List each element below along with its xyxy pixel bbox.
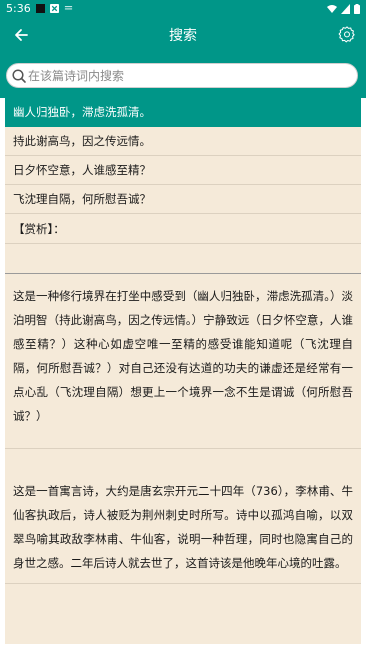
poem-line-item[interactable]: 日夕怀空意，人谁感至精？	[5, 156, 361, 185]
search-box[interactable]	[6, 63, 358, 88]
search-icon	[12, 68, 26, 83]
page-title: 搜索	[169, 27, 197, 44]
status-time: 5:36	[6, 2, 31, 15]
section-label-text: 【赏析】：	[13, 221, 65, 236]
poem-line-item[interactable]: 幽人归独卧，滞虑洗孤清。	[5, 98, 361, 127]
search-input[interactable]	[28, 68, 348, 83]
poem-line-text: 飞沈理自隔，何所慰吾诚？	[13, 192, 151, 206]
poem-line-text: 日夕怀空意，人谁感至精？	[13, 163, 151, 177]
appreciation-paragraph: 这是一种修行境界在打坐中感受到（幽人归独卧，滞虑洗孤清。）淡泊明智（持此谢高鸟，…	[5, 278, 361, 449]
bottom-spacer	[0, 644, 366, 652]
notification-black-square-icon	[35, 4, 45, 13]
poem-line-text: 幽人归独卧，滞虑洗孤清。	[13, 105, 151, 119]
section-label-appreciation: 【赏析】：	[5, 214, 361, 244]
appreciation-paragraph: 这是一首寓言诗，大约是唐玄宗开元二十四年（736），李林甫、牛仙客执政后，诗人被…	[5, 449, 361, 584]
gear-icon[interactable]	[338, 25, 356, 43]
notification-x-icon	[49, 4, 59, 13]
app-bar: 搜索	[0, 17, 366, 52]
back-arrow-icon[interactable]	[12, 26, 30, 44]
poem-content: 幽人归独卧，滞虑洗孤清。 持此谢高鸟，因之传远情。 日夕怀空意，人谁感至精？ 飞…	[5, 98, 361, 644]
poem-line-item[interactable]: 飞沈理自隔，何所慰吾诚？	[5, 185, 361, 214]
search-area	[0, 52, 366, 98]
status-bar: 5:36	[0, 0, 366, 17]
notification-lines-icon	[64, 6, 72, 10]
battery-icon	[354, 3, 360, 14]
wifi-icon	[327, 4, 337, 13]
signal-icon	[341, 3, 350, 14]
blank-row	[5, 244, 361, 274]
poem-line-item[interactable]: 持此谢高鸟，因之传远情。	[5, 127, 361, 156]
poem-line-text: 持此谢高鸟，因之传远情。	[13, 134, 151, 148]
